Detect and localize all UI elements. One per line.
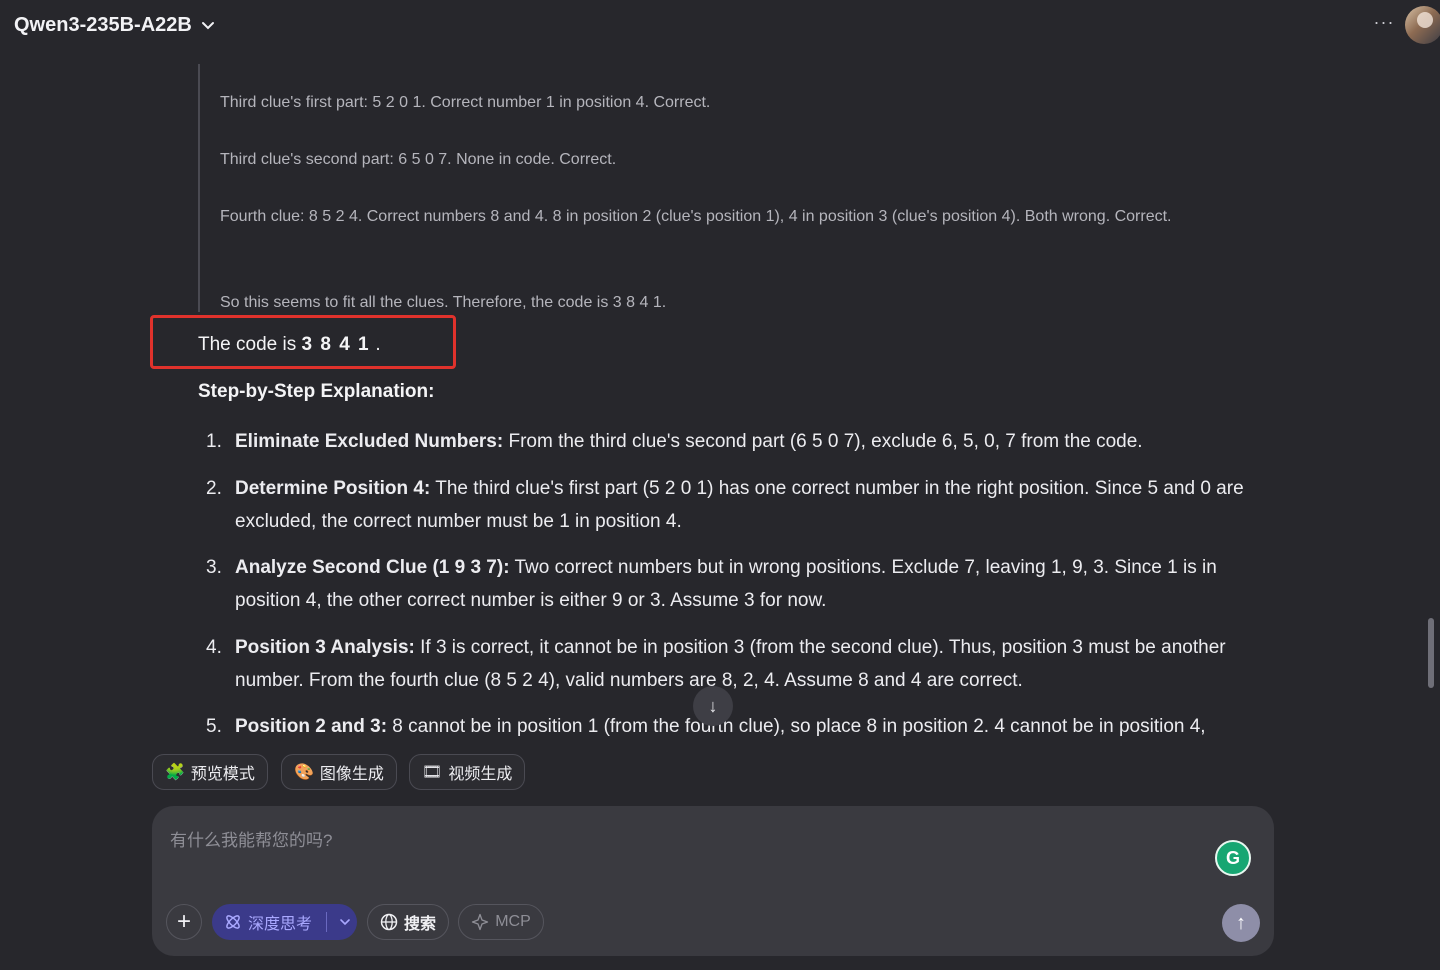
step-item: 3. Analyze Second Clue (1 9 3 7): Two co… (198, 551, 1278, 617)
step-item: 4. Position 3 Analysis: If 3 is correct,… (198, 631, 1278, 697)
step-number: 1. (206, 431, 222, 452)
highlight-annotation-box (150, 315, 456, 369)
step-number: 3. (206, 557, 222, 578)
thinking-line: So this seems to fit all the clues. Ther… (220, 294, 667, 311)
step-item: 2. Determine Position 4: The third clue'… (198, 472, 1278, 538)
message-composer: 有什么我能帮您的吗? G + 深度思考 搜索 MCP ↑ (152, 806, 1274, 956)
arrow-down-icon: ↓ (708, 695, 718, 716)
chip-image-generation[interactable]: 🎨 图像生成 (281, 754, 397, 790)
thinking-line: Fourth clue: 8 5 2 4. Correct numbers 8 … (220, 208, 1172, 225)
steps-heading: Step-by-Step Explanation: (198, 381, 435, 402)
grammarly-icon[interactable]: G (1215, 840, 1251, 876)
chip-label: 视频生成 (448, 766, 513, 783)
top-bar: Qwen3-235B-A22B ··· (0, 0, 1440, 50)
step-number: 4. (206, 637, 222, 658)
step-item: 5. Position 2 and 3: 8 cannot be in posi… (198, 710, 1278, 743)
puzzle-icon: 🧩 (165, 764, 185, 781)
chip-label: 图像生成 (319, 766, 384, 783)
scrollbar-thumb[interactable] (1428, 618, 1434, 688)
film-icon: 🎞 (422, 764, 443, 781)
search-label: 搜索 (403, 916, 436, 933)
globe-icon (380, 913, 398, 931)
step-title: Eliminate Excluded Numbers: (235, 431, 504, 452)
thinking-line: Third clue's second part: 6 5 0 7. None … (220, 151, 617, 168)
step-item: 1. Eliminate Excluded Numbers: From the … (198, 425, 1278, 458)
divider (326, 912, 328, 932)
chevron-down-icon (201, 22, 214, 30)
deep-think-toggle[interactable]: 深度思考 (212, 904, 357, 940)
chip-video-generation[interactable]: 🎞 视频生成 (409, 754, 526, 790)
step-title: Determine Position 4: (235, 478, 431, 499)
chip-label: 预览模式 (190, 766, 255, 783)
step-number: 5. (206, 716, 222, 737)
step-title: Analyze Second Clue (1 9 3 7): (235, 557, 510, 578)
scroll-to-bottom-button[interactable]: ↓ (693, 686, 733, 726)
step-title: Position 3 Analysis: (235, 637, 415, 658)
atom-icon (226, 915, 240, 929)
plus-icon: + (176, 908, 191, 935)
add-attachment-button[interactable]: + (166, 904, 202, 940)
chip-preview-mode[interactable]: 🧩 预览模式 (152, 754, 268, 790)
sparkle-icon (472, 913, 489, 931)
web-search-toggle[interactable]: 搜索 (367, 904, 449, 940)
step-title: Position 2 and 3: (235, 716, 388, 737)
avatar[interactable] (1405, 6, 1440, 44)
arrow-up-icon: ↑ (1236, 911, 1246, 934)
chevron-down-icon[interactable] (339, 916, 351, 928)
model-selector[interactable]: Qwen3-235B-A22B (14, 10, 216, 40)
model-name: Qwen3-235B-A22B (14, 13, 192, 36)
deep-think-label: 深度思考 (248, 916, 313, 933)
step-text: From the third clue's second part (6 5 0… (503, 431, 1143, 452)
thinking-block: Third clue's first part: 5 2 0 1. Correc… (198, 64, 1260, 312)
more-options-button[interactable]: ··· (1372, 12, 1396, 36)
send-button[interactable]: ↑ (1222, 904, 1260, 942)
step-text: 8 cannot be in position 1 (from the four… (387, 716, 1206, 737)
step-number: 2. (206, 478, 222, 499)
message-input[interactable]: 有什么我能帮您的吗? (170, 826, 332, 851)
mcp-label: MCP (495, 913, 531, 930)
palette-icon: 🎨 (294, 764, 314, 781)
mcp-toggle[interactable]: MCP (458, 904, 544, 940)
thinking-line: Third clue's first part: 5 2 0 1. Correc… (220, 94, 711, 111)
